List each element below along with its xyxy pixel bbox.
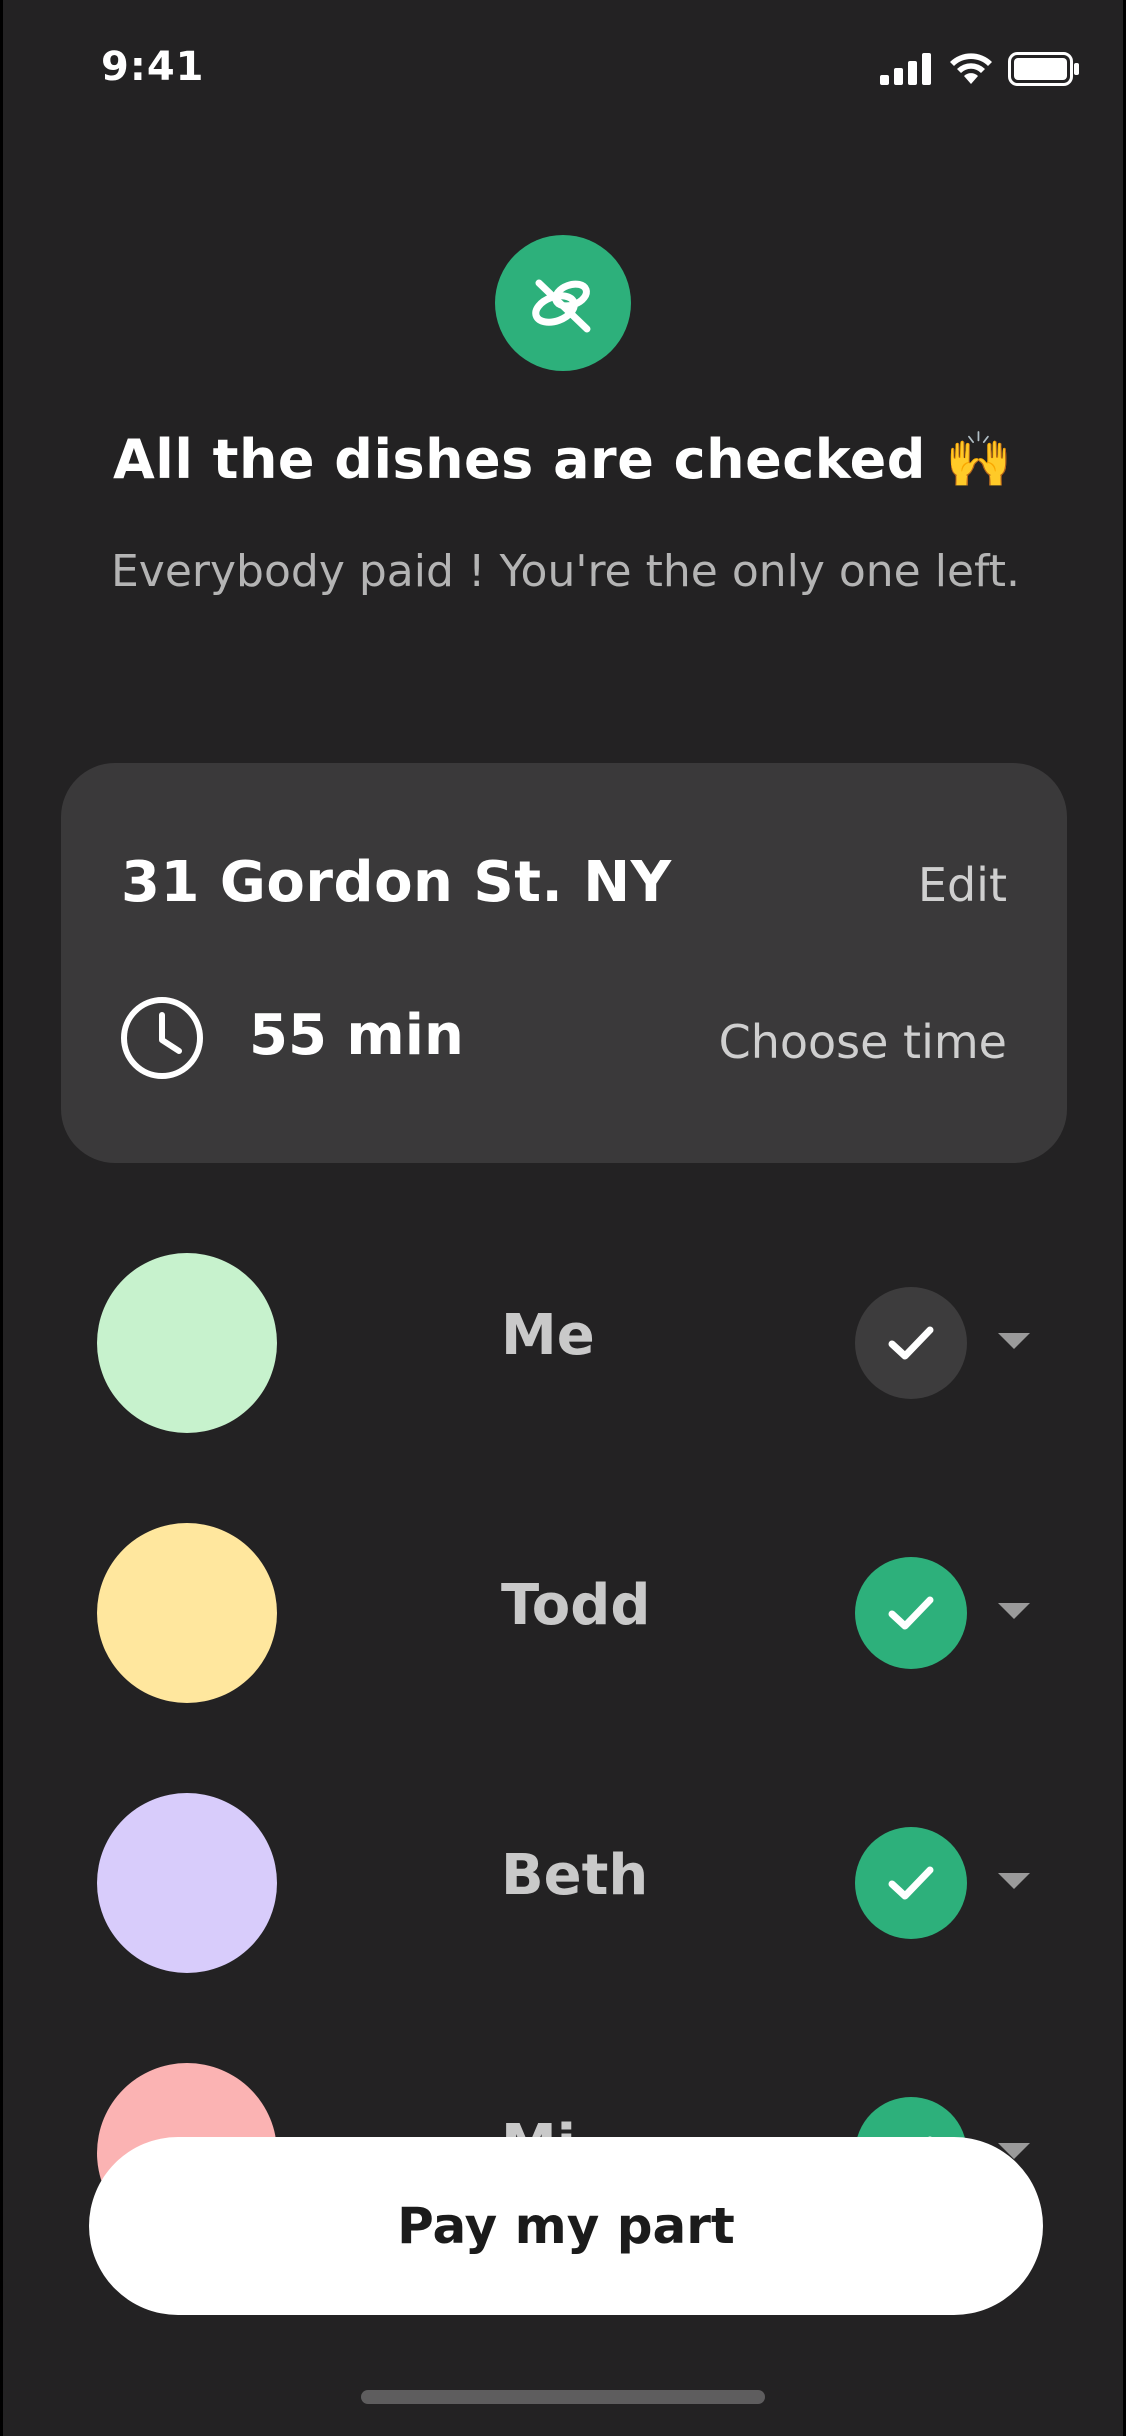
- delivery-duration: 55 min: [249, 1003, 464, 1068]
- payment-status-check: [855, 1287, 967, 1399]
- status-icons: [880, 52, 1080, 86]
- chevron-down-icon[interactable]: [998, 1873, 1030, 1889]
- participant-name: Todd: [501, 1573, 651, 1638]
- participant-name: Beth: [501, 1843, 649, 1908]
- wifi-icon: [950, 53, 992, 84]
- participant-name: Me: [501, 1303, 595, 1368]
- dishes-icon: [495, 235, 631, 371]
- participant-row[interactable]: Beth: [3, 1793, 1123, 1973]
- page-title: All the dishes are checked 🙌: [113, 428, 1013, 491]
- battery-icon: [1008, 52, 1079, 86]
- check-icon: [888, 1596, 934, 1630]
- avatar: [97, 1793, 277, 1973]
- check-icon: [888, 1866, 934, 1900]
- chevron-down-icon[interactable]: [998, 1603, 1030, 1619]
- page-subtitle: Everybody paid ! You're the only one lef…: [111, 546, 1020, 597]
- status-time: 9:41: [101, 44, 205, 90]
- home-indicator: [361, 2390, 765, 2404]
- avatar: [97, 1523, 277, 1703]
- choose-time-button[interactable]: Choose time: [719, 1015, 1007, 1069]
- payment-status-check: [855, 1827, 967, 1939]
- clock-icon: [121, 997, 203, 1079]
- pay-my-part-button[interactable]: Pay my part: [89, 2137, 1043, 2315]
- signal-icon: [880, 53, 931, 85]
- edit-address-button[interactable]: Edit: [918, 858, 1007, 912]
- payment-status-check: [855, 1557, 967, 1669]
- delivery-address: 31 Gordon St. NY: [121, 850, 672, 915]
- participant-row[interactable]: Todd: [3, 1523, 1123, 1703]
- chevron-down-icon[interactable]: [998, 1333, 1030, 1349]
- check-icon: [888, 1326, 934, 1360]
- delivery-card: 31 Gordon St. NY Edit 55 min Choose time: [61, 763, 1067, 1163]
- participant-row[interactable]: Me: [3, 1253, 1123, 1433]
- app-screen: 9:41 All the dishes are checked 🙌 Everyb…: [3, 0, 1123, 2436]
- avatar: [97, 1253, 277, 1433]
